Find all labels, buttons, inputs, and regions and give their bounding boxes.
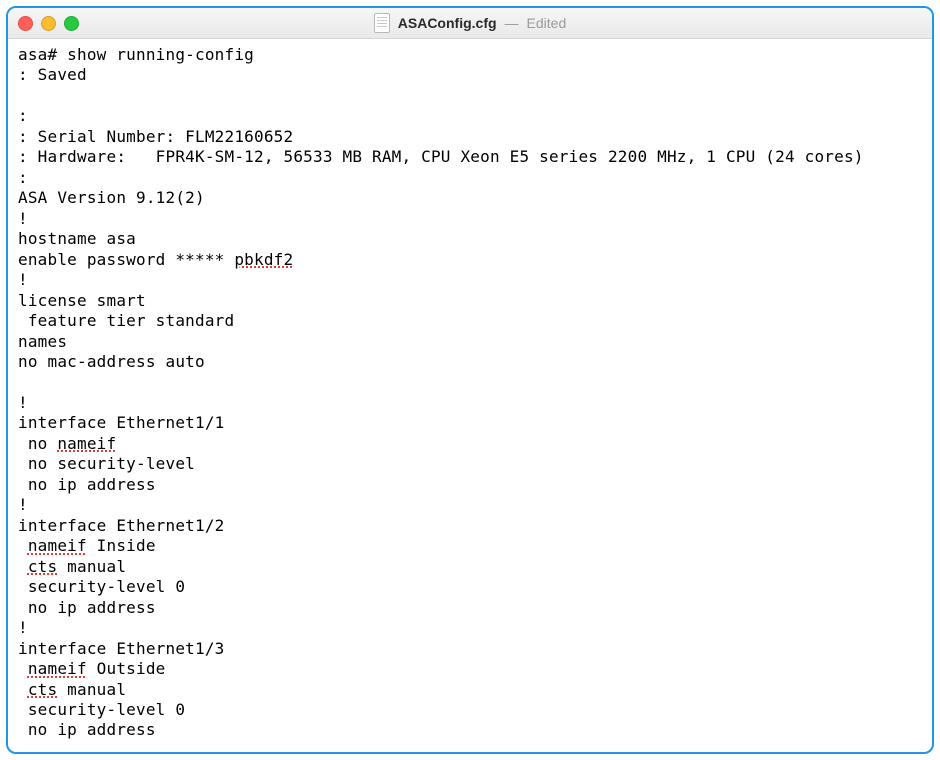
- line: security-level 0: [18, 700, 185, 719]
- line: interface Ethernet1/3: [18, 639, 225, 658]
- title-status: Edited: [527, 15, 567, 31]
- spell-underline: cts: [28, 680, 58, 699]
- line: feature tier standard: [18, 311, 234, 330]
- line: :: [18, 106, 28, 125]
- editor-area[interactable]: asa# show running-config : Saved : : Ser…: [8, 39, 932, 752]
- document-icon: [374, 13, 390, 33]
- line: cts manual: [18, 557, 126, 576]
- line: nameif Inside: [18, 536, 156, 555]
- line: :: [18, 168, 28, 187]
- line: no mac-address auto: [18, 352, 205, 371]
- line: !: [18, 618, 28, 637]
- line: names: [18, 332, 67, 351]
- spell-underline: cts: [28, 557, 58, 576]
- line: no ip address: [18, 598, 156, 617]
- line: !: [18, 270, 28, 289]
- line: license smart: [18, 291, 146, 310]
- title-center: ASAConfig.cfg — Edited: [8, 13, 932, 33]
- spell-underline: nameif: [28, 659, 87, 678]
- line: ASA Version 9.12(2): [18, 188, 205, 207]
- line: : Saved: [18, 65, 87, 84]
- line: nameif Outside: [18, 659, 166, 678]
- line: : Serial Number: FLM22160652: [18, 127, 293, 146]
- line: : Hardware: FPR4K-SM-12, 56533 MB RAM, C…: [18, 147, 864, 166]
- line: !: [18, 495, 28, 514]
- spell-underline: nameif: [28, 536, 87, 555]
- line: no ip address: [18, 475, 156, 494]
- line: !: [18, 209, 28, 228]
- title-filename: ASAConfig.cfg: [398, 15, 497, 31]
- config-text[interactable]: asa# show running-config : Saved : : Ser…: [18, 45, 926, 741]
- traffic-lights: [18, 16, 79, 31]
- line: !: [18, 393, 28, 412]
- minimize-icon[interactable]: [41, 16, 56, 31]
- line: interface Ethernet1/1: [18, 413, 225, 432]
- spell-underline: pbkdf2: [234, 250, 293, 269]
- spell-underline: nameif: [57, 434, 116, 453]
- line: interface Ethernet1/2: [18, 516, 225, 535]
- line: no ip address: [18, 720, 156, 739]
- title-separator: —: [505, 15, 519, 31]
- zoom-icon[interactable]: [64, 16, 79, 31]
- close-icon[interactable]: [18, 16, 33, 31]
- line: no security-level: [18, 454, 195, 473]
- line: cts manual: [18, 680, 126, 699]
- line: security-level 0: [18, 577, 185, 596]
- line: asa# show running-config: [18, 45, 254, 64]
- line: enable password ***** pbkdf2: [18, 250, 293, 269]
- line: hostname asa: [18, 229, 136, 248]
- titlebar: ASAConfig.cfg — Edited: [8, 8, 932, 39]
- editor-window: ASAConfig.cfg — Edited asa# show running…: [6, 6, 934, 754]
- line: no nameif: [18, 434, 116, 453]
